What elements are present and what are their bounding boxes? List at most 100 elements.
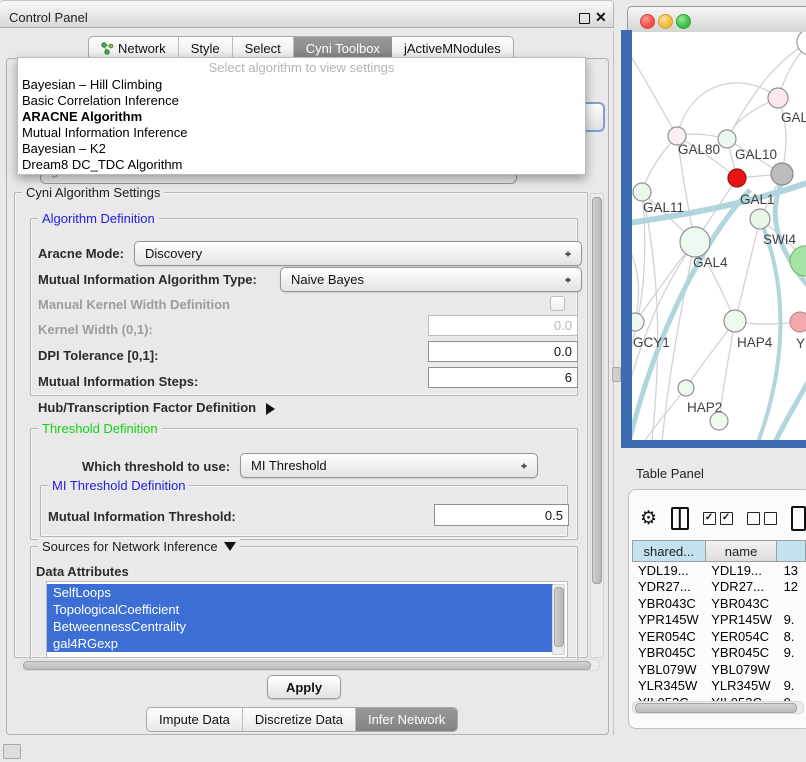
mi-type-label: Mutual Information Algorithm Type:: [38, 272, 257, 287]
table-row[interactable]: YER054CYER054C8.: [632, 628, 806, 645]
cyni-settings-title: Cyni Algorithm Settings: [22, 185, 164, 200]
table-cell: YBR045C: [632, 645, 705, 660]
network-edge[interactable]: [686, 321, 735, 388]
table-cell: YLR345W: [632, 678, 705, 693]
node-hap4[interactable]: [724, 310, 746, 332]
table-header-row: shared...name: [632, 540, 806, 562]
float-window-icon[interactable]: [579, 13, 590, 24]
attribute-table[interactable]: shared...name YDL19...YDL19...13YDR27...…: [632, 540, 806, 711]
attribute-list-item[interactable]: SelfLoops: [47, 584, 559, 601]
dropdown-item[interactable]: Bayesian – Hill Climbing: [18, 77, 585, 93]
table-row[interactable]: YBR043CYBR043C: [632, 595, 806, 612]
zoom-traffic-icon[interactable]: [676, 14, 691, 29]
table-row[interactable]: YBL079WYBL079W: [632, 661, 806, 678]
node-unlabeled-top[interactable]: [797, 32, 806, 55]
node-hap2[interactable]: [678, 380, 694, 396]
node-gal4-label: GAL4: [693, 255, 728, 270]
table-column-header[interactable]: name: [706, 540, 778, 562]
node-unlabeled-bottom[interactable]: [710, 412, 728, 430]
tab-infer-network[interactable]: Infer Network: [356, 708, 457, 731]
settings-vertical-scrollbar[interactable]: [590, 193, 604, 658]
node-swi4[interactable]: [750, 209, 770, 229]
table-cell: YDL19...: [632, 563, 705, 578]
tab-label: Network: [118, 41, 166, 56]
attribute-list-item[interactable]: gal4RGexp: [47, 635, 559, 652]
node-pink[interactable]: [790, 312, 806, 332]
settings-horizontal-scrollbar[interactable]: [20, 659, 600, 671]
hub-expander-label: Hub/Transcription Factor Definition: [38, 400, 256, 415]
table-cell: YDR27...: [632, 579, 705, 594]
node-gal[interactable]: [768, 88, 788, 108]
split-columns-icon[interactable]: [671, 507, 689, 530]
kernel-width-field[interactable]: 0.0: [428, 315, 578, 336]
manual-kernel-label: Manual Kernel Width Definition: [38, 297, 230, 312]
table-cell: YBR043C: [632, 596, 705, 611]
network-edge[interactable]: [632, 242, 639, 322]
node-gal1[interactable]: [728, 169, 746, 187]
attributes-list-scrollbar[interactable]: [552, 584, 565, 655]
table-cell: 9.: [778, 678, 806, 693]
dropdown-item[interactable]: Bayesian – K2: [18, 141, 585, 157]
mi-threshold-field[interactable]: 0.5: [434, 504, 569, 526]
table-row[interactable]: YBR045CYBR045C9.: [632, 645, 806, 662]
node-gal4[interactable]: [680, 227, 710, 257]
kernel-width-label: Kernel Width (0,1):: [38, 322, 153, 337]
aracne-mode-combo[interactable]: Discovery: [134, 241, 582, 266]
split-pane-handle[interactable]: [612, 367, 621, 382]
tab-discretize-data[interactable]: Discretize Data: [243, 708, 356, 731]
network-edge-highlighted[interactable]: [775, 368, 806, 440]
network-edge[interactable]: [632, 50, 677, 136]
table-cell: YPR145W: [632, 612, 705, 627]
gear-icon[interactable]: ⚙: [640, 509, 657, 528]
table-column-header[interactable]: [777, 540, 806, 562]
node-gray[interactable]: [771, 163, 793, 185]
node-gal11-label: GAL11: [643, 200, 684, 215]
network-edge[interactable]: [644, 388, 686, 440]
minimize-traffic-icon[interactable]: [658, 14, 673, 29]
table-row[interactable]: YLR345WYLR345W9.: [632, 678, 806, 695]
table-cell: YBR043C: [705, 596, 777, 611]
apply-button[interactable]: Apply: [267, 675, 341, 699]
dropdown-item[interactable]: Basic Correlation Inference: [18, 93, 585, 109]
tab-impute-data[interactable]: Impute Data: [147, 708, 243, 731]
network-edge[interactable]: [735, 219, 760, 321]
dpi-tolerance-field[interactable]: 0.0: [428, 341, 578, 362]
node-gal10[interactable]: [718, 130, 736, 148]
data-attributes-list[interactable]: SelfLoopsTopologicalCoefficientBetweenne…: [46, 581, 568, 658]
which-threshold-combo[interactable]: MI Threshold: [240, 453, 538, 478]
table-row[interactable]: YPR145WYPR145W9.: [632, 612, 806, 629]
collapsed-panel-icon[interactable]: [3, 744, 21, 759]
hub-expander[interactable]: Hub/Transcription Factor Definition: [38, 400, 281, 415]
close-traffic-icon[interactable]: [640, 14, 655, 29]
network-edge[interactable]: [642, 136, 677, 192]
network-edge-highlighted[interactable]: [758, 224, 780, 440]
table-row[interactable]: YDL19...YDL19...13: [632, 562, 806, 579]
table-body: YDL19...YDL19...13YDR27...YDR27...12YBR0…: [632, 562, 806, 711]
table-row[interactable]: YDR27...YDR27...12: [632, 579, 806, 596]
network-canvas[interactable]: GALGAL80GAL10GAL1GAL11SWI4GAL4GCY1HAP4YH…: [632, 32, 806, 440]
combo-spinner-icon: [564, 274, 572, 286]
node-green-large[interactable]: [790, 246, 806, 276]
network-window-titlebar[interactable]: [627, 6, 806, 34]
network-edge[interactable]: [677, 83, 778, 136]
mi-type-combo[interactable]: Naive Bayes: [280, 267, 582, 292]
node-gcy1[interactable]: [632, 313, 644, 331]
manual-kernel-checkbox[interactable]: [550, 296, 565, 311]
collapse-down-icon[interactable]: [224, 542, 236, 557]
node-gal11[interactable]: [633, 183, 651, 201]
table-column-header[interactable]: shared...: [632, 540, 706, 562]
dropdown-item[interactable]: ARACNE Algorithm: [18, 109, 585, 125]
select-all-checkboxes-icon[interactable]: ✓✓: [703, 512, 733, 525]
tab-label: Style: [191, 41, 220, 56]
network-window-frame: [621, 30, 632, 448]
mi-steps-field[interactable]: 6: [428, 367, 578, 388]
document-icon[interactable]: [791, 506, 806, 531]
attribute-list-item[interactable]: TopologicalCoefficient: [47, 601, 559, 618]
dropdown-item[interactable]: Dream8 DC_TDC Algorithm: [18, 157, 585, 173]
close-icon[interactable]: ✕: [595, 9, 607, 26]
network-graph: GALGAL80GAL10GAL1GAL11SWI4GAL4GCY1HAP4YH…: [632, 32, 806, 440]
dropdown-item[interactable]: Mutual Information Inference: [18, 125, 585, 141]
deselect-all-checkboxes-icon[interactable]: [747, 512, 777, 525]
attribute-list-item[interactable]: BetweennessCentrality: [47, 618, 559, 635]
table-horizontal-scrollbar[interactable]: [632, 701, 804, 714]
